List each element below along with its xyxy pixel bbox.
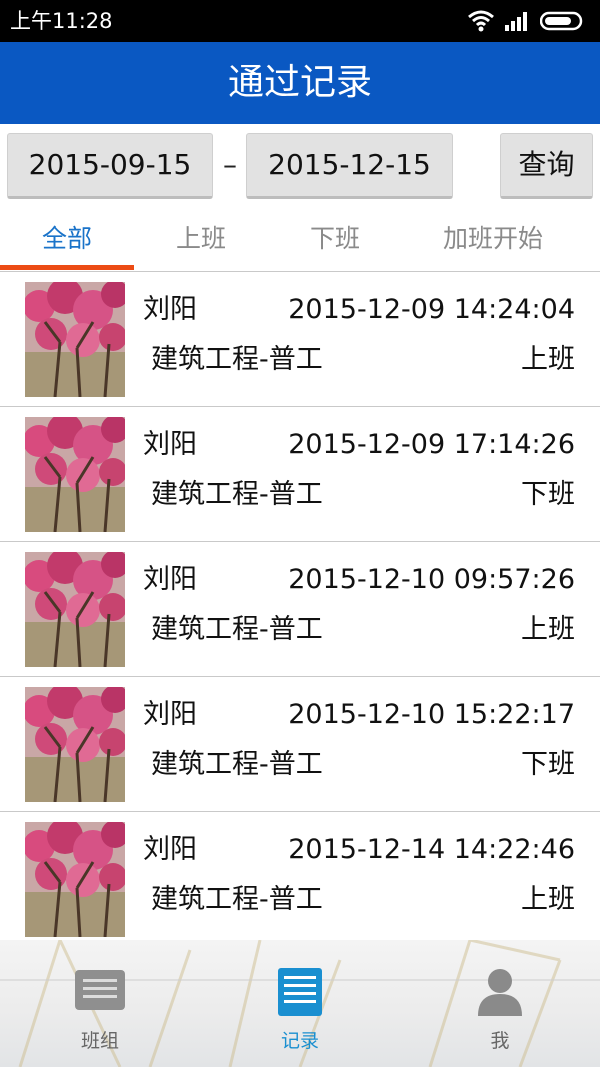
page-title: 通过记录 (227, 62, 372, 103)
record-row[interactable]: 刘阳 2015-12-14 14:22:46 建筑工程-普工 上班 (0, 812, 600, 940)
record-row[interactable]: 刘阳 2015-12-10 09:57:26 建筑工程-普工 上班 (0, 542, 600, 677)
tab-overtime-start[interactable]: 加班开始 (402, 210, 584, 270)
record-type: 下班 (521, 479, 575, 510)
nav-me[interactable]: 我 (445, 968, 555, 1058)
record-photo (25, 687, 125, 802)
record-name: 刘阳 (143, 564, 197, 595)
date-separator: – (223, 148, 237, 181)
nav-group-label: 班组 (80, 1030, 119, 1052)
record-row[interactable]: 刘阳 2015-12-09 14:24:04 建筑工程-普工 上班 (0, 272, 600, 407)
bottom-nav: 班组 记录 我 (0, 940, 600, 1067)
wifi-icon (468, 10, 494, 32)
record-time: 2015-12-09 14:24:04 (288, 294, 575, 325)
record-row[interactable]: 刘阳 2015-12-10 15:22:17 建筑工程-普工 下班 (0, 677, 600, 812)
status-time: 上午11:28 (10, 9, 113, 33)
record-job: 建筑工程-普工 (151, 884, 323, 915)
status-bar: 上午11:28 (0, 0, 600, 42)
signal-icon (505, 12, 527, 31)
tab-all[interactable]: 全部 (0, 210, 134, 270)
record-job: 建筑工程-普工 (151, 614, 323, 645)
record-type: 上班 (521, 614, 575, 645)
record-job: 建筑工程-普工 (151, 344, 323, 375)
record-name: 刘阳 (143, 699, 197, 730)
record-list: 刘阳 2015-12-09 14:24:04 建筑工程-普工 上班 刘阳 201… (0, 272, 600, 940)
record-type: 上班 (521, 344, 575, 375)
title-bar: 通过记录 (0, 42, 600, 124)
battery-icon (540, 11, 583, 31)
record-photo (25, 552, 125, 667)
record-type: 上班 (521, 884, 575, 915)
user-icon (478, 969, 522, 1016)
record-time: 2015-12-10 15:22:17 (288, 699, 575, 730)
nav-records[interactable]: 记录 (245, 968, 355, 1058)
record-job: 建筑工程-普工 (151, 749, 323, 780)
nav-group[interactable]: 班组 (45, 968, 155, 1058)
start-date-button[interactable]: 2015-09-15 (7, 133, 213, 199)
record-time: 2015-12-10 09:57:26 (288, 564, 575, 595)
tab-on-duty[interactable]: 上班 (134, 210, 268, 270)
record-name: 刘阳 (143, 294, 197, 325)
record-type: 下班 (521, 749, 575, 780)
record-name: 刘阳 (143, 429, 197, 460)
group-list-icon (75, 970, 125, 1010)
tab-off-duty[interactable]: 下班 (268, 210, 402, 270)
record-photo (25, 282, 125, 397)
record-time: 2015-12-09 17:14:26 (288, 429, 575, 460)
active-tab-indicator (0, 265, 134, 270)
record-list-icon (278, 968, 322, 1016)
filter-tabs: 全部 上班 下班 加班开始 (0, 210, 600, 272)
end-date-button[interactable]: 2015-12-15 (246, 133, 453, 199)
record-name: 刘阳 (143, 834, 197, 865)
record-photo (25, 417, 125, 532)
record-job: 建筑工程-普工 (151, 479, 323, 510)
record-time: 2015-12-14 14:22:46 (288, 834, 575, 865)
query-bar: 2015-09-15 – 2015-12-15 查询 (0, 124, 600, 208)
status-icons (468, 8, 586, 34)
record-photo (25, 822, 125, 937)
query-button[interactable]: 查询 (500, 133, 593, 199)
nav-me-label: 我 (490, 1030, 510, 1052)
nav-records-label: 记录 (280, 1030, 319, 1052)
record-row[interactable]: 刘阳 2015-12-09 17:14:26 建筑工程-普工 下班 (0, 407, 600, 542)
